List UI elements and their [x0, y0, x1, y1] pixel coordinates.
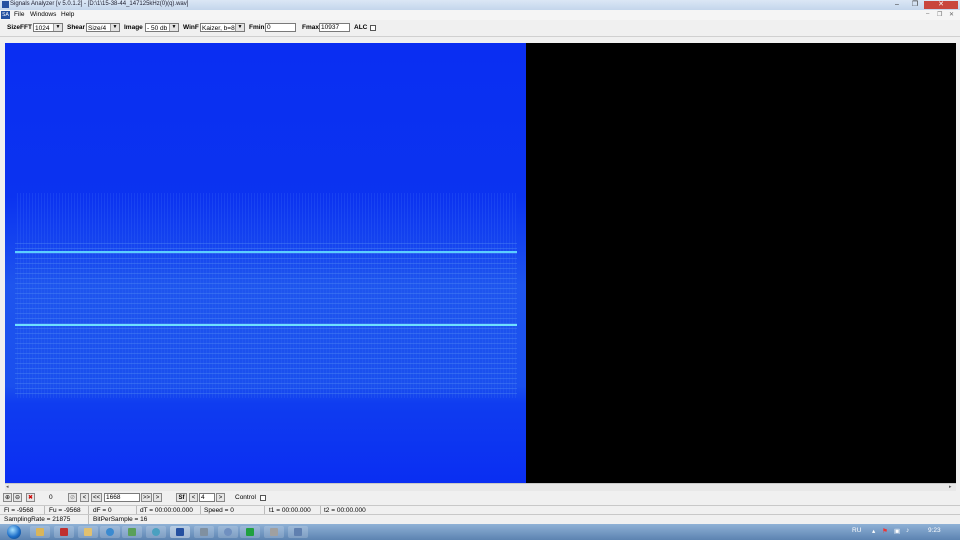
status-fu: Fu = -9568 — [49, 507, 81, 514]
image-label: Image — [124, 24, 143, 31]
mdi-close-icon[interactable]: ✕ — [949, 11, 954, 18]
tray-volume-icon[interactable]: ♪ — [906, 527, 909, 534]
minimize-button[interactable]: – — [888, 1, 906, 9]
playback-controls: ⊕ ⊖ ✖ 0 ⊘ < << 1668 >> > Sf < 4 > Contro… — [0, 491, 960, 505]
tray-display-icon[interactable]: ▣ — [894, 527, 900, 535]
chevron-down-icon: ▼ — [169, 24, 178, 31]
chevron-down-icon: ▼ — [110, 24, 119, 31]
tray-arrow-icon[interactable]: ▴ — [872, 527, 875, 535]
status-bits-per-sample: BitPerSample = 16 — [93, 516, 148, 523]
control-label: Control — [235, 494, 256, 501]
fmax-label: Fmax — [302, 24, 319, 31]
shear-value: Size/4 — [88, 25, 107, 32]
scroll-left-icon[interactable]: ◂ — [6, 484, 9, 490]
taskbar-app-utility[interactable] — [122, 526, 142, 538]
app-logo-icon[interactable]: SA — [1, 11, 10, 19]
prev-fast-button[interactable]: << — [91, 493, 102, 502]
taskbar-app-signals-analyzer[interactable] — [170, 526, 190, 538]
waveform-view[interactable] — [526, 43, 956, 483]
shear-label: Shear — [67, 24, 86, 31]
taskbar-app-media[interactable] — [54, 526, 74, 538]
taskbar-app-settings[interactable] — [194, 526, 214, 538]
zoom-out-icon[interactable]: ⊖ — [13, 493, 22, 502]
status-t1: t1 = 00:00.000 — [269, 507, 311, 514]
spectrogram-canvas — [5, 43, 526, 483]
winf-label: WinF — [183, 24, 199, 31]
taskbar-app-browser[interactable] — [100, 526, 120, 538]
taskbar-app-folder[interactable] — [78, 526, 98, 538]
menu-help[interactable]: Help — [61, 11, 74, 18]
winf-select[interactable]: Kaizer, b=8 ▼ — [200, 23, 245, 32]
toolbar: SizeFFT 1024 ▼ Shear Size/4 ▼ Image - 50… — [0, 20, 960, 37]
mdi-minimize-icon[interactable]: – — [926, 11, 929, 17]
fmin-input[interactable]: 0 — [265, 23, 296, 32]
step-next-button[interactable]: > — [216, 493, 225, 502]
status-sampling-rate: SamplingRate = 21875 — [4, 516, 71, 523]
mdi-restore-icon[interactable]: ❐ — [937, 11, 942, 18]
taskbar-app-tool[interactable] — [264, 526, 284, 538]
winf-value: Kaizer, b=8 — [202, 25, 235, 32]
spectrogram-view[interactable] — [5, 43, 526, 483]
frame-counter: 0 — [49, 494, 53, 501]
language-indicator[interactable]: RU — [852, 527, 861, 534]
scroll-right-icon[interactable]: ▸ — [949, 484, 952, 490]
maximize-button[interactable]: ❐ — [906, 1, 924, 9]
prev-button[interactable]: < — [80, 493, 89, 502]
stop-icon[interactable]: ⊘ — [68, 493, 77, 502]
sf-button[interactable]: Sf — [176, 493, 187, 502]
sizefft-value: 1024 — [35, 25, 50, 32]
step-input[interactable]: 4 — [199, 493, 215, 502]
clock[interactable]: 9:23 — [928, 527, 941, 534]
chevron-down-icon: ▼ — [53, 24, 62, 31]
taskbar: RU ▴ ⚑ ▣ ♪ 9:23 — [0, 524, 960, 540]
taskbar-app-green[interactable] — [240, 526, 260, 538]
status-t2: t2 = 00:00.000 — [324, 507, 366, 514]
zoom-in-icon[interactable]: ⊕ — [3, 493, 12, 502]
taskbar-app-explorer[interactable] — [30, 526, 50, 538]
taskbar-app-player[interactable] — [218, 526, 238, 538]
fmax-input[interactable]: 10937 — [319, 23, 350, 32]
taskbar-app-network[interactable] — [146, 526, 166, 538]
menu-windows[interactable]: Windows — [30, 11, 56, 18]
next-button[interactable]: > — [153, 493, 162, 502]
menu-bar: SA File Windows Help – ❐ ✕ — [0, 10, 960, 20]
position-input[interactable]: 1668 — [104, 493, 140, 502]
start-button[interactable] — [7, 525, 21, 539]
status-df: dF = 0 — [93, 507, 112, 514]
tray-flag-icon[interactable]: ⚑ — [882, 527, 888, 535]
menu-file[interactable]: File — [14, 11, 24, 18]
control-checkbox[interactable] — [260, 495, 266, 501]
status-speed: Speed = 0 — [204, 507, 234, 514]
shear-select[interactable]: Size/4 ▼ — [86, 23, 120, 32]
title-bar: Signals Analyzer [v 5.0.1.2] - [D:\1\15-… — [0, 0, 960, 10]
alc-label: ALC — [354, 24, 368, 31]
close-button[interactable]: ✕ — [924, 1, 958, 9]
image-select[interactable]: - 50 db ▼ — [145, 23, 179, 32]
sizefft-select[interactable]: 1024 ▼ — [33, 23, 63, 32]
step-prev-button[interactable]: < — [189, 493, 198, 502]
fmin-label: Fmin — [249, 24, 265, 31]
status-divider — [88, 515, 89, 524]
marker-icon[interactable]: ✖ — [26, 493, 35, 502]
alc-checkbox[interactable] — [370, 25, 376, 31]
chevron-down-icon: ▼ — [235, 24, 244, 31]
app-title-icon — [2, 1, 9, 8]
window-title: Signals Analyzer [v 5.0.1.2] - [D:\1\15-… — [10, 1, 189, 7]
sizefft-label: SizeFFT — [7, 24, 32, 31]
taskbar-app-viewer[interactable] — [288, 526, 308, 538]
next-fast-button[interactable]: >> — [141, 493, 152, 502]
status-fl: Fl = -9568 — [4, 507, 34, 514]
status-dt: dT = 00:00:00.000 — [140, 507, 193, 514]
image-value: - 50 db — [147, 25, 168, 32]
